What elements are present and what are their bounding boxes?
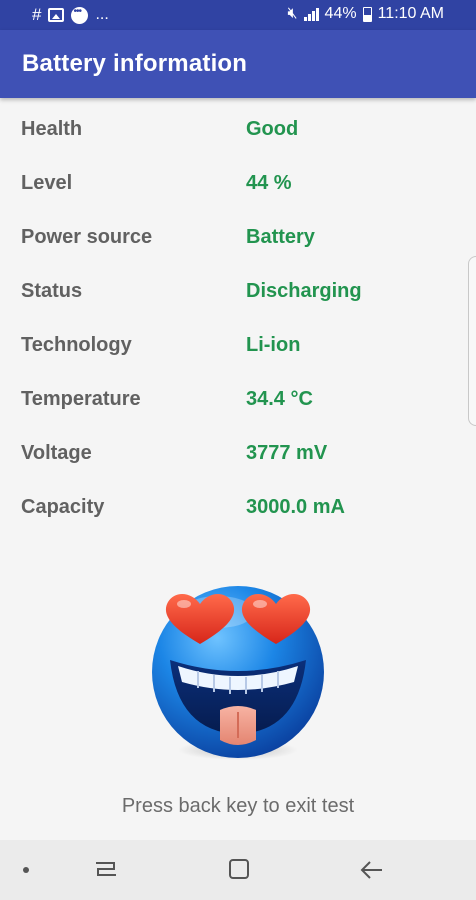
clock: 11:10 AM [377,5,444,22]
notification-icons: # ... [32,5,109,25]
gallery-icon [48,8,65,22]
info-label: Level [21,172,73,194]
back-arrow-icon[interactable] [354,854,390,886]
app-bar: Battery information [0,30,476,98]
exit-hint-text: Press back key to exit test [121,795,355,817]
info-row-health: Health Good [0,104,476,158]
info-row-voltage: Voltage 3777 mV [0,428,476,482]
hash-icon: # [32,5,42,24]
info-row-power-source: Power source Battery [0,212,476,266]
info-value: 3777 mV [246,442,328,464]
info-value: 3000.0 mA [246,496,345,518]
info-label: Status [21,280,83,302]
page-title: Battery information [22,50,248,77]
home-icon[interactable] [221,854,257,886]
info-value: 44 % [246,172,292,194]
info-row-capacity: Capacity 3000.0 mA [0,482,476,536]
info-label: Capacity [21,496,105,518]
heart-eyes-emoji-icon [148,582,328,762]
navigation-bar [0,840,476,900]
info-label: Technology [21,334,132,356]
more-notifications-icon: ... [95,6,109,23]
info-label: Health [21,118,83,140]
info-value: Good [246,118,299,140]
system-icons: 🔇︎ 44% 11:10 AM [287,5,444,23]
battery-icon [362,6,372,22]
info-label: Temperature [21,388,141,410]
info-label: Power source [21,226,153,248]
edge-panel-handle[interactable] [468,256,476,426]
info-row-level: Level 44 % [0,158,476,212]
info-label: Voltage [21,442,92,464]
info-value: Li-ion [246,334,301,356]
battery-info-list: Health Good Level 44 % Power source Batt… [0,104,476,536]
info-row-status: Status Discharging [0,266,476,320]
mute-icon: 🔇︎ [287,5,298,22]
info-value: Battery [246,226,315,248]
info-row-temperature: Temperature 34.4 °C [0,374,476,428]
info-value: 34.4 °C [246,388,313,410]
status-bar: # ... 🔇︎ 44% 11:10 AM [0,0,476,30]
battery-percent: 44% [324,5,357,22]
recents-icon[interactable] [88,854,124,886]
chat-icon [71,6,89,24]
info-value: Discharging [246,280,362,302]
signal-icon [303,7,319,21]
info-row-technology: Technology Li-ion [0,320,476,374]
dot-icon[interactable] [8,854,44,886]
